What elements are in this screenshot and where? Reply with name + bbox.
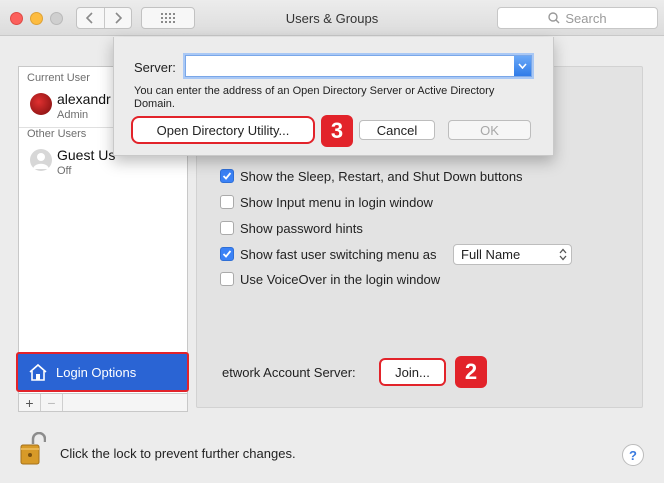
login-options-item[interactable]: Login Options — [16, 352, 189, 392]
option-label: Show fast user switching menu as — [240, 246, 437, 262]
help-button[interactable]: ? — [622, 444, 644, 466]
updown-arrows-icon — [559, 248, 567, 261]
chevron-down-icon — [518, 63, 527, 69]
server-combobox[interactable] — [185, 55, 532, 77]
lock-open-icon[interactable] — [20, 432, 46, 466]
current-user-header: Current User — [27, 72, 90, 84]
checkbox-unchecked[interactable] — [220, 195, 234, 209]
open-directory-utility-label: Open Directory Utility... — [156, 122, 290, 138]
checkbox-checked[interactable] — [220, 247, 234, 261]
remove-user-button[interactable]: − — [41, 394, 63, 411]
option-password-hints[interactable]: Show password hints — [220, 219, 363, 237]
server-sheet-dialog: Server: You can enter the address of an … — [113, 37, 554, 156]
open-directory-utility-button[interactable]: Open Directory Utility... — [131, 116, 315, 144]
switching-menu-select[interactable]: Full Name — [453, 244, 572, 265]
server-help-text: You can enter the address of an Open Dir… — [134, 85, 495, 110]
server-dropdown-button[interactable] — [514, 56, 531, 76]
option-label: Show password hints — [240, 220, 363, 236]
option-input-menu[interactable]: Show Input menu in login window — [220, 193, 433, 211]
option-sleep-restart-shutdown[interactable]: Show the Sleep, Restart, and Shut Down b… — [220, 167, 523, 185]
search-field[interactable]: Search — [497, 7, 658, 29]
join-button-label: Join... — [395, 364, 430, 380]
title-bar: Users & Groups Search — [0, 0, 664, 36]
guest-user-name: Guest Us — [57, 147, 116, 163]
option-label: Use VoiceOver in the login window — [240, 271, 441, 287]
search-icon — [548, 12, 560, 24]
option-fast-user-switching[interactable]: Show fast user switching menu as — [220, 245, 437, 263]
step-badge-2: 2 — [455, 356, 487, 388]
house-icon — [29, 363, 47, 381]
option-label: Show Input menu in login window — [240, 194, 433, 210]
option-label: Show the Sleep, Restart, and Shut Down b… — [240, 168, 523, 184]
cancel-button[interactable]: Cancel — [359, 120, 435, 140]
search-placeholder: Search — [565, 10, 607, 26]
server-label: Server: — [134, 60, 176, 75]
add-remove-bar: + − — [18, 394, 188, 412]
option-voiceover[interactable]: Use VoiceOver in the login window — [220, 270, 440, 288]
switching-menu-value: Full Name — [461, 247, 521, 262]
lock-status-text: Click the lock to prevent further change… — [60, 446, 296, 461]
guest-avatar-icon — [30, 149, 52, 171]
network-account-server-label: etwork Account Server: — [222, 365, 356, 380]
current-user-role: Admin — [57, 109, 89, 121]
checkmark-icon — [222, 250, 232, 258]
join-button[interactable]: Join... — [379, 358, 446, 386]
checkmark-icon — [222, 172, 232, 180]
checkbox-checked[interactable] — [220, 169, 234, 183]
add-user-button[interactable]: + — [19, 394, 41, 411]
step-badge-3: 3 — [321, 115, 353, 147]
ok-button[interactable]: OK — [448, 120, 531, 140]
checkbox-unchecked[interactable] — [220, 221, 234, 235]
guest-user-status: Off — [57, 165, 72, 177]
admin-avatar — [30, 93, 52, 115]
current-user-name: alexandr — [57, 91, 111, 107]
other-users-header: Other Users — [27, 128, 87, 140]
checkbox-unchecked[interactable] — [220, 272, 234, 286]
login-options-label: Login Options — [56, 364, 137, 380]
